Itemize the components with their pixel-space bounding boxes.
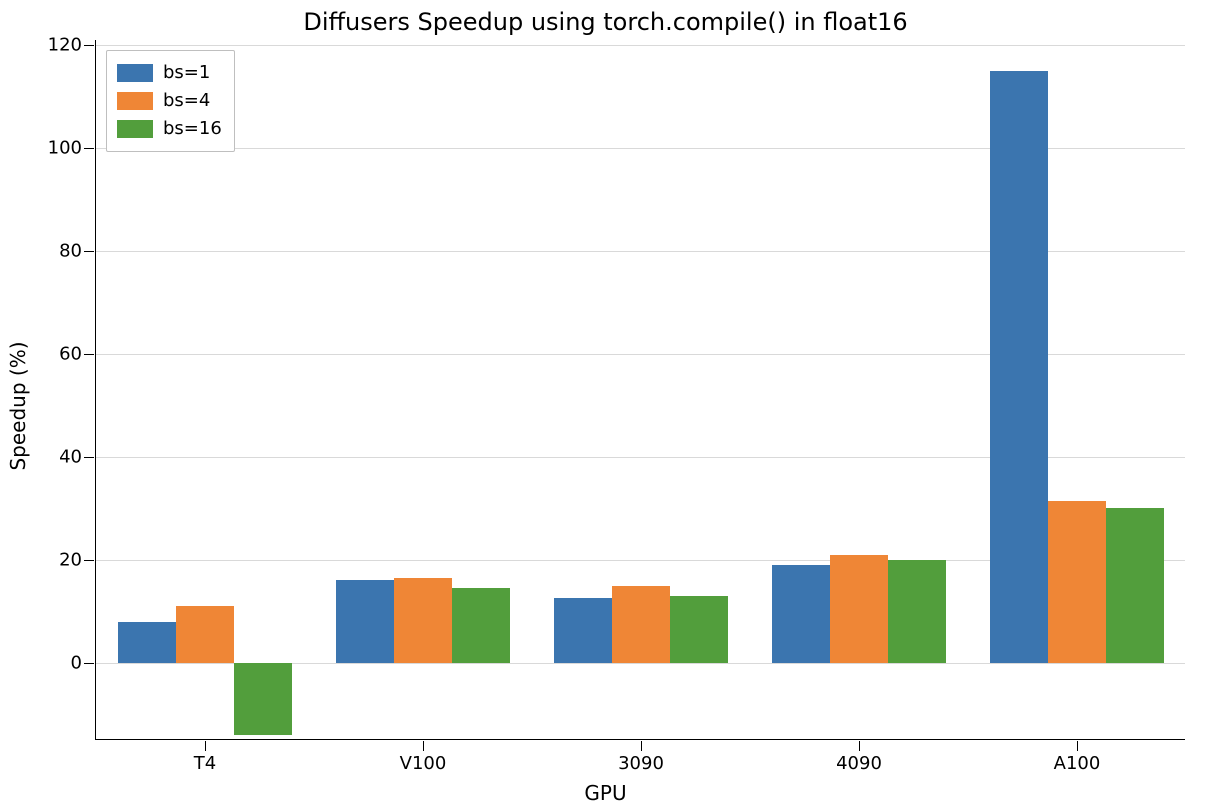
x-tick-label: T4	[194, 753, 216, 774]
legend-item-bs4: bs=4	[117, 87, 222, 115]
x-axis-label: GPU	[0, 781, 1211, 805]
bar	[394, 578, 452, 663]
y-tick	[84, 354, 94, 355]
legend-label-bs1: bs=1	[163, 59, 210, 87]
y-tick	[84, 251, 94, 252]
legend-item-bs1: bs=1	[117, 59, 222, 87]
x-tick	[423, 741, 424, 751]
y-tick	[84, 45, 94, 46]
x-tick	[205, 741, 206, 751]
legend-swatch-bs1	[117, 64, 153, 82]
bar	[176, 606, 234, 663]
legend-label-bs4: bs=4	[163, 87, 210, 115]
x-tick-label: 3090	[618, 753, 664, 774]
bar	[612, 586, 670, 663]
y-tick	[84, 457, 94, 458]
plot-area: bs=1 bs=4 bs=16 020406080100120T4V100309…	[95, 40, 1185, 740]
y-tick-label: 60	[59, 343, 82, 364]
x-tick	[1077, 741, 1078, 751]
bar	[990, 71, 1048, 663]
bar	[452, 588, 510, 663]
gridline	[96, 45, 1185, 46]
y-tick	[84, 663, 94, 664]
x-tick	[641, 741, 642, 751]
y-tick	[84, 560, 94, 561]
y-tick-label: 80	[59, 241, 82, 262]
y-axis-label: Speedup (%)	[6, 341, 30, 470]
y-tick-label: 40	[59, 446, 82, 467]
y-tick	[84, 148, 94, 149]
x-tick	[859, 741, 860, 751]
y-tick-label: 0	[71, 652, 82, 673]
bar	[888, 560, 946, 663]
bar	[1106, 508, 1164, 662]
legend-item-bs16: bs=16	[117, 115, 222, 143]
legend: bs=1 bs=4 bs=16	[106, 50, 235, 152]
chart-container: Diffusers Speedup using torch.compile() …	[0, 0, 1211, 811]
bar	[1048, 501, 1106, 663]
y-tick-label: 100	[48, 138, 82, 159]
y-tick-label: 20	[59, 549, 82, 570]
y-tick-label: 120	[48, 35, 82, 56]
bar	[670, 596, 728, 663]
legend-label-bs16: bs=16	[163, 115, 222, 143]
bar	[234, 663, 292, 735]
x-tick-label: A100	[1054, 753, 1101, 774]
bar	[772, 565, 830, 663]
x-tick-label: V100	[400, 753, 447, 774]
bar	[830, 555, 888, 663]
legend-swatch-bs4	[117, 92, 153, 110]
x-tick-label: 4090	[836, 753, 882, 774]
chart-title: Diffusers Speedup using torch.compile() …	[0, 8, 1211, 36]
bar	[118, 622, 176, 663]
bar	[336, 580, 394, 662]
bar	[554, 598, 612, 662]
legend-swatch-bs16	[117, 120, 153, 138]
